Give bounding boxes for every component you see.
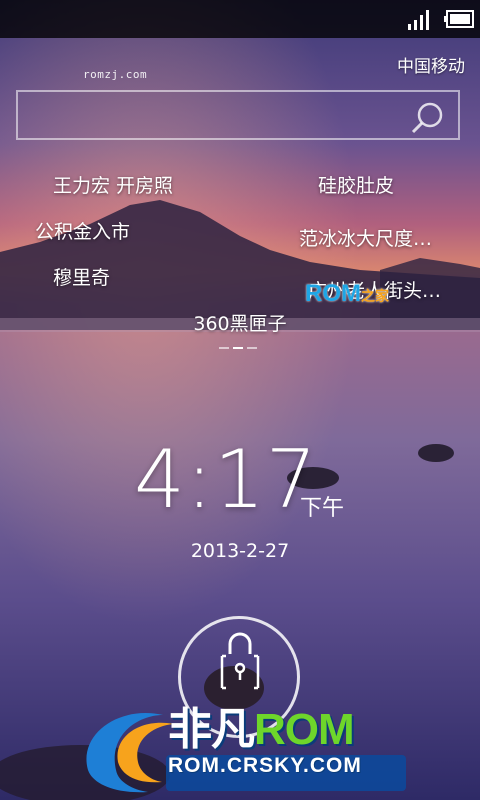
rom-watermark-logo: ROM之家 [305,280,389,308]
brand-url: ROM.CRSKY.COM [168,754,362,777]
page-indicator [219,347,257,349]
battery-icon [444,10,474,28]
signal-bars-icon [408,10,429,30]
carrier-name: 中国移动 [397,57,465,77]
hot-word-link[interactable]: 公积金入市 [35,217,130,244]
hot-word-link[interactable]: 360黑匣子 [0,309,480,336]
clock-time: 4:17 [134,433,318,526]
hot-word-link[interactable]: 范冰冰大尺度… [299,224,432,251]
brand-name-cn: 非凡 [168,705,255,754]
hot-word-link[interactable]: 王力宏 开房照 [53,171,173,198]
rom-watermark-main: ROM [305,280,361,307]
lock-icon[interactable] [216,632,264,692]
status-bar [0,0,480,38]
hot-word-link[interactable]: 穆里奇 [53,263,110,290]
clock-ampm: 下午 [300,496,345,521]
search-icon[interactable] [410,101,444,135]
watermark-text: romzj.com [83,68,148,81]
page-dot [219,347,229,349]
page-dot [247,347,257,349]
hot-word-link[interactable]: 硅胶肚皮 [318,171,394,198]
brand-name-rom: ROM [254,705,355,754]
rom-watermark-sub: 之家 [361,288,389,304]
brand-watermark: 非凡ROM ROM.CRSKY.COM [168,705,362,777]
clock-date: 2013-2-27 [190,540,290,562]
page-dot-active [233,347,243,349]
search-input[interactable] [16,90,460,140]
